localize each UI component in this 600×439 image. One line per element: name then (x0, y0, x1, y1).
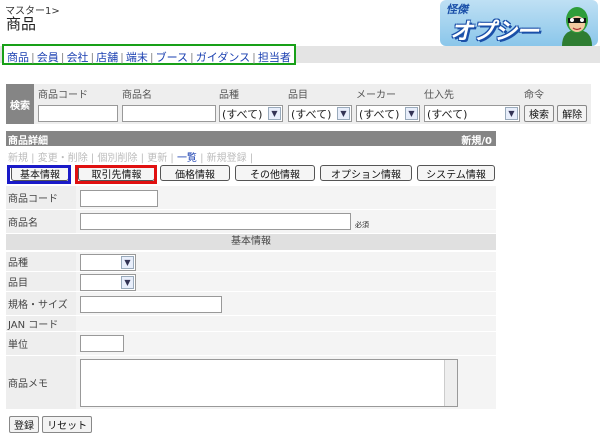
search-col-item-label: 品目 (288, 90, 308, 101)
reset-button[interactable]: リセット (42, 416, 93, 433)
search-col-command-label: 命令 (524, 90, 544, 101)
form-row-jan: JAN コード (6, 315, 496, 331)
form-row-memo: 商品メモ (6, 355, 496, 409)
form-row-item: 品目 ▼ (6, 271, 496, 291)
form-actions: 登録 リセット (9, 416, 93, 433)
kind-label: 品種 (6, 252, 76, 271)
detail-header: 商品詳細 新規/0 (6, 131, 496, 147)
mode-update: 更新 (147, 153, 168, 164)
item-label: 品目 (6, 272, 76, 291)
brand-logo: 怪傑 オプシー (440, 0, 598, 46)
detail-status: 新規/0 (461, 136, 492, 147)
form-row-spec: 規格・サイズ (6, 291, 496, 315)
mode-links: 新規 | 変更・削除 | 個別削除 | 更新 | 一覧 | 新規登録 | (8, 153, 254, 164)
memo-scrollbar[interactable] (444, 360, 457, 406)
mode-new: 新規 (8, 153, 28, 164)
nav-item-product[interactable]: 商品 (7, 51, 29, 64)
search-label: 検索 (6, 84, 34, 124)
search-name-input[interactable] (122, 105, 216, 122)
section-basic-info: 基本情報 (6, 234, 496, 250)
tab-other-info[interactable]: その他情報 (235, 165, 315, 181)
memo-label: 商品メモ (6, 356, 76, 409)
highlight-supplier-tab (75, 165, 157, 184)
required-mark: 必須 (355, 221, 369, 229)
mode-edit: 変更・削除 (37, 153, 88, 164)
form-row-unit: 単位 (6, 331, 496, 355)
unit-label: 単位 (6, 332, 76, 355)
detail-title: 商品詳細 (8, 136, 48, 147)
search-panel: 検索 商品コード 商品名 品種 (すべて) ▼ 品目 (すべて) ▼ メーカー (す… (6, 84, 591, 124)
detail-form: 商品コード 商品名 必須 (6, 185, 496, 233)
nav-item-guidance[interactable]: ガイダンス (196, 51, 250, 64)
code-input[interactable] (80, 190, 158, 207)
highlight-basic-tab (7, 165, 71, 184)
tab-option-info[interactable]: オプション情報 (320, 165, 412, 181)
spec-input[interactable] (80, 296, 222, 313)
nav-item-booth[interactable]: ブース (156, 51, 188, 64)
spec-label: 規格・サイズ (6, 292, 76, 315)
mode-register: 新規登録 (206, 153, 247, 164)
page-title: 商品 (6, 15, 37, 33)
item-select[interactable]: ▼ (80, 274, 136, 291)
chevron-down-icon: ▼ (268, 107, 281, 120)
mode-list-link[interactable]: 一覧 (177, 153, 197, 164)
search-col-kind-label: 品種 (219, 90, 239, 101)
nav-item-store[interactable]: 店舗 (96, 51, 118, 64)
detail-form-basic: 品種 ▼ 品目 ▼ 規格・サイズ JAN コード 単位 商品メモ (6, 251, 496, 409)
search-item-select[interactable]: (すべて) ▼ (288, 105, 352, 122)
kind-select[interactable]: ▼ (80, 254, 136, 271)
search-maker-value: (すべて) (359, 107, 400, 121)
tab-system-info[interactable]: システム情報 (417, 165, 495, 181)
search-col-maker-label: メーカー (356, 90, 396, 101)
nav-item-member[interactable]: 会員 (37, 51, 59, 64)
mode-delete: 個別削除 (97, 153, 138, 164)
chevron-down-icon: ▼ (121, 276, 134, 289)
search-maker-select[interactable]: (すべて) ▼ (356, 105, 420, 122)
search-item-value: (すべて) (291, 107, 332, 121)
chevron-down-icon: ▼ (121, 256, 134, 269)
clear-button[interactable]: 解除 (557, 105, 588, 122)
chevron-down-icon: ▼ (505, 107, 518, 120)
nav-item-terminal[interactable]: 端末 (126, 51, 148, 64)
name-input[interactable] (80, 213, 351, 230)
search-kind-select[interactable]: (すべて) ▼ (219, 105, 283, 122)
chevron-down-icon: ▼ (337, 107, 350, 120)
nav-item-staff[interactable]: 担当者 (258, 51, 291, 64)
main-nav: 商品 | 会員 | 会社 | 店舗 | 端末 | ブース | ガイダンス | 担当者 (2, 44, 296, 65)
form-row-name: 商品名 必須 (6, 209, 496, 233)
search-kind-value: (すべて) (222, 107, 263, 121)
search-col-name-label: 商品名 (122, 90, 152, 101)
search-button[interactable]: 検索 (524, 105, 554, 122)
save-button[interactable]: 登録 (9, 416, 39, 433)
name-label: 商品名 (6, 210, 76, 233)
search-col-code-label: 商品コード (38, 90, 88, 101)
unit-input[interactable] (80, 335, 124, 352)
search-supplier-select[interactable]: (すべて) ▼ (424, 105, 520, 122)
chevron-down-icon: ▼ (405, 107, 418, 120)
search-code-input[interactable] (38, 105, 118, 122)
nav-item-company[interactable]: 会社 (66, 51, 88, 64)
tab-price-info[interactable]: 価格情報 (160, 165, 230, 181)
memo-textarea[interactable] (80, 359, 458, 407)
code-label: 商品コード (6, 186, 76, 209)
masked-hero-icon (562, 7, 592, 46)
search-supplier-value: (すべて) (427, 107, 468, 121)
search-col-supplier-label: 仕入先 (424, 90, 454, 101)
form-row-code: 商品コード (6, 185, 496, 209)
jan-label: JAN コード (6, 316, 76, 331)
form-row-kind: 品種 ▼ (6, 251, 496, 271)
logo-big-text: オプシー (450, 19, 539, 45)
